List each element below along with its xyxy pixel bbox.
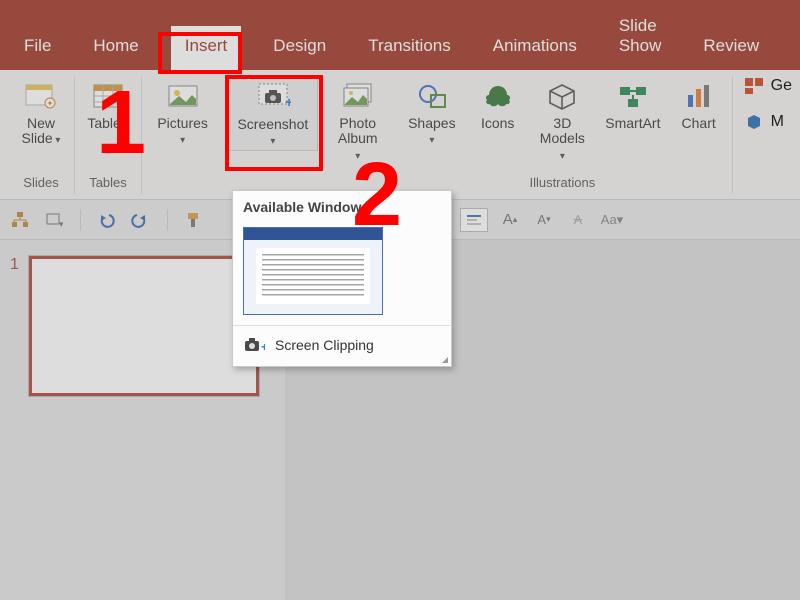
tab-design[interactable]: Design — [263, 26, 336, 70]
pictures-label: Pictures — [154, 116, 211, 147]
undo-button[interactable] — [95, 208, 119, 232]
smartart-label: SmartArt — [605, 116, 660, 131]
group-slides: ✦ New Slide Slides — [8, 76, 75, 194]
ribbon-insert: ✦ New Slide Slides Table Tables Picture — [0, 70, 800, 200]
format-painter-icon[interactable] — [182, 208, 206, 232]
group-images: Pictures + Screenshot — [142, 76, 393, 194]
smartart-button[interactable]: SmartArt — [604, 76, 662, 133]
tab-file[interactable]: File — [14, 26, 61, 70]
change-case-icon[interactable]: Aa▾ — [600, 208, 624, 232]
reset-icon[interactable]: ▾ — [42, 208, 66, 232]
shapes-label: Shapes — [405, 116, 459, 147]
increase-font-icon[interactable]: A▴ — [498, 208, 522, 232]
tab-transitions[interactable]: Transitions — [358, 26, 461, 70]
addins-icon — [743, 76, 765, 96]
redo-button[interactable] — [129, 208, 153, 232]
svg-text:+: + — [261, 340, 265, 354]
tab-insert[interactable]: Insert — [171, 26, 242, 70]
chart-icon — [681, 78, 717, 114]
tab-animations[interactable]: Animations — [483, 26, 587, 70]
table-label: Table — [87, 116, 128, 131]
screenshot-label: Screenshot — [234, 117, 311, 148]
smartart-icon — [615, 78, 651, 114]
org-chart-icon[interactable] — [8, 208, 32, 232]
chart-button[interactable]: Chart — [676, 76, 722, 133]
shapes-button[interactable]: Shapes — [403, 76, 461, 149]
photo-album-label: Photo Album — [334, 116, 381, 162]
group-slides-label: Slides — [23, 175, 58, 194]
chart-label: Chart — [682, 116, 716, 131]
svg-text:✦: ✦ — [47, 99, 54, 108]
tab-review[interactable]: Review — [693, 26, 769, 70]
table-icon — [90, 78, 126, 114]
3d-models-button[interactable]: 3D Models — [535, 76, 590, 164]
svg-text:▾: ▾ — [59, 219, 63, 229]
group-illustrations-label: Illustrations — [529, 175, 595, 194]
ribbon-tabbar: File Home Insert Design Transitions Anim… — [0, 0, 800, 70]
align-box-icon[interactable] — [460, 208, 488, 232]
get-addins-button[interactable]: Ge — [743, 76, 792, 96]
pictures-icon — [165, 78, 201, 114]
pictures-button[interactable]: Pictures — [152, 76, 213, 149]
my-addins-button[interactable]: M — [743, 112, 784, 132]
icons-icon — [480, 78, 516, 114]
available-window-thumb[interactable] — [243, 227, 383, 315]
clear-format-icon[interactable]: A — [566, 208, 590, 232]
slide-thumb-1-preview[interactable] — [29, 256, 259, 396]
new-slide-button[interactable]: ✦ New Slide — [18, 76, 64, 149]
icons-label: Icons — [481, 116, 514, 131]
screenshot-icon: + — [255, 79, 291, 115]
decrease-font-icon[interactable]: A▾ — [532, 208, 556, 232]
screenshot-dropdown: Available Windows + Screen Clipping — [232, 190, 452, 367]
screen-clipping-label: Screen Clipping — [275, 337, 374, 353]
screen-clipping-item[interactable]: + Screen Clipping — [233, 328, 451, 362]
table-button[interactable]: Table — [85, 76, 131, 133]
screenshot-button[interactable]: + Screenshot — [227, 76, 318, 151]
svg-text:+: + — [285, 94, 291, 110]
cube-icon — [544, 78, 580, 114]
tab-slideshow[interactable]: Slide Show — [609, 6, 672, 70]
slide-thumb-1-number: 1 — [10, 256, 19, 274]
new-slide-icon: ✦ — [23, 78, 59, 114]
my-addins-label: M — [771, 113, 784, 131]
tab-more[interactable]: V — [791, 26, 800, 70]
photo-album-button[interactable]: Photo Album — [332, 76, 383, 164]
group-tables: Table Tables — [75, 76, 142, 194]
camera-plus-icon: + — [243, 336, 265, 354]
shapes-icon — [414, 78, 450, 114]
screenshot-dropdown-title: Available Windows — [233, 191, 451, 221]
get-addins-label: Ge — [771, 77, 792, 95]
dropdown-separator — [233, 325, 451, 326]
group-illustrations: Shapes Icons 3D Models SmartArt — [393, 76, 733, 194]
new-slide-label: New Slide — [22, 116, 61, 147]
tab-home[interactable]: Home — [83, 26, 148, 70]
group-right-cut: Ge M — [733, 76, 792, 194]
photo-album-icon — [340, 78, 376, 114]
3d-models-label: 3D Models — [537, 116, 588, 162]
group-tables-label: Tables — [89, 175, 127, 194]
dropdown-resize-grip[interactable] — [438, 353, 448, 363]
icons-button[interactable]: Icons — [475, 76, 521, 133]
myaddins-icon — [743, 112, 765, 132]
